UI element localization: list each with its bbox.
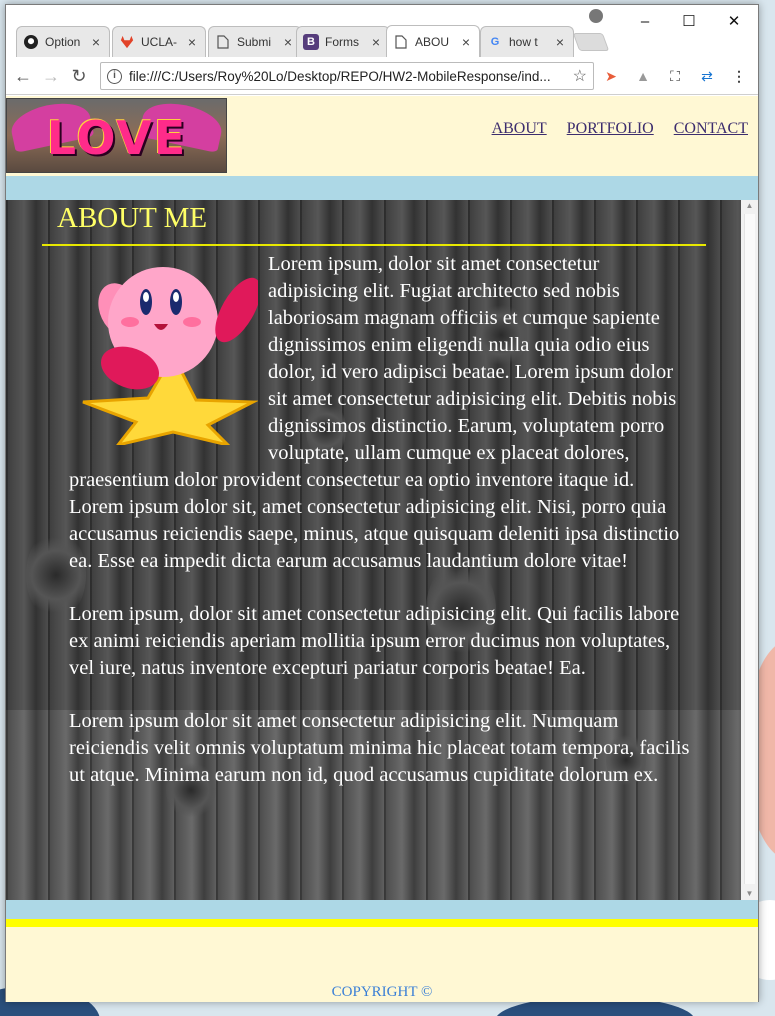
scrollbar-thumb[interactable] — [744, 214, 755, 884]
scroll-down-arrow[interactable]: ▼ — [741, 888, 758, 900]
close-icon[interactable]: × — [281, 34, 295, 50]
tab-ucla[interactable]: UCLA- × — [112, 26, 206, 57]
nav-contact-link[interactable]: CONTACT — [674, 120, 748, 138]
close-icon[interactable]: × — [369, 34, 383, 50]
close-icon[interactable]: × — [89, 34, 103, 50]
site-nav: ABOUT PORTFOLIO CONTACT — [492, 120, 748, 138]
profile-icon[interactable] — [589, 9, 603, 23]
menu-icon[interactable]: ⋮ — [730, 67, 748, 85]
paragraph: Lorem ipsum, dolor sit amet consectetur … — [69, 603, 680, 679]
close-window-button[interactable]: ✕ — [712, 10, 756, 34]
tab-option[interactable]: Option × — [16, 26, 110, 57]
github-icon — [23, 34, 39, 50]
tab-title: UCLA- — [141, 35, 178, 49]
back-icon[interactable]: ← — [12, 65, 34, 87]
tab-title: Submi — [237, 35, 272, 49]
drive-icon[interactable]: ▲ — [634, 67, 652, 85]
browser-toolbar: ← → ↻ i file:///C:/Users/Roy%20Lo/Deskto… — [6, 57, 758, 95]
nav-about-link[interactable]: ABOUT — [492, 120, 547, 138]
site-header: LOVE ABOUT PORTFOLIO CONTACT — [6, 96, 758, 176]
scroll-up-arrow[interactable]: ▲ — [741, 200, 758, 212]
tab-title: Forms — [325, 35, 359, 49]
top-band — [6, 176, 758, 200]
love-logo[interactable]: LOVE — [6, 98, 227, 173]
scrollbar[interactable]: ▲ ▼ — [741, 200, 758, 900]
tab-title: ABOU — [415, 34, 450, 49]
web-page: LOVE ABOUT PORTFOLIO CONTACT ABOUT ME Lo… — [6, 96, 758, 1002]
section-title: ABOUT ME — [57, 202, 208, 234]
reload-icon[interactable]: ↻ — [68, 65, 90, 87]
bookmark-star-icon[interactable]: ☆ — [573, 66, 587, 86]
google-icon: G — [490, 36, 500, 48]
bootstrap-icon: B — [303, 34, 319, 50]
footer-divider — [6, 919, 758, 927]
minimize-button[interactable]: – — [623, 10, 667, 34]
url-text: file:///C:/Users/Roy%20Lo/Desktop/REPO/H… — [129, 68, 551, 84]
screenshot-icon[interactable]: ⛶ — [666, 67, 684, 85]
info-icon[interactable]: i — [107, 68, 122, 84]
forward-icon[interactable]: → — [40, 65, 62, 87]
document-icon — [393, 34, 409, 50]
paragraph: Lorem ipsum dolor sit amet consectetur a… — [69, 710, 690, 786]
copyright-text: COPYRIGHT © — [331, 984, 433, 1000]
close-icon[interactable]: × — [185, 34, 199, 50]
document-icon — [215, 34, 231, 50]
browser-window: Option × UCLA- × Submi × B Forms × ABOU … — [5, 4, 759, 1002]
gitlab-icon — [119, 34, 135, 50]
title-divider — [42, 244, 706, 246]
extension-icon[interactable]: ➤ — [602, 67, 620, 85]
bottom-band — [6, 900, 758, 919]
about-text: Lorem ipsum, dolor sit amet consectetur … — [69, 251, 694, 815]
tab-forms[interactable]: B Forms × — [296, 26, 390, 57]
tab-submit[interactable]: Submi × — [208, 26, 302, 57]
close-icon[interactable]: × — [553, 34, 567, 50]
address-bar[interactable]: i file:///C:/Users/Roy%20Lo/Desktop/REPO… — [100, 62, 594, 90]
tab-google[interactable]: G how t × — [480, 26, 574, 57]
maximize-button[interactable]: ☐ — [667, 10, 711, 34]
sync-icon[interactable]: ⇄ — [698, 67, 716, 85]
tab-title: Option — [45, 35, 81, 49]
nav-portfolio-link[interactable]: PORTFOLIO — [567, 120, 654, 138]
tab-about[interactable]: ABOU × — [386, 25, 480, 57]
logo-text: LOVE — [46, 111, 188, 165]
title-bar: Option × UCLA- × Submi × B Forms × ABOU … — [6, 5, 758, 57]
tab-title: how t — [509, 35, 538, 49]
close-icon[interactable]: × — [459, 34, 473, 50]
about-section: ABOUT ME Lorem ipsum, dolor sit amet con… — [6, 200, 741, 900]
new-tab-button[interactable] — [572, 33, 610, 51]
